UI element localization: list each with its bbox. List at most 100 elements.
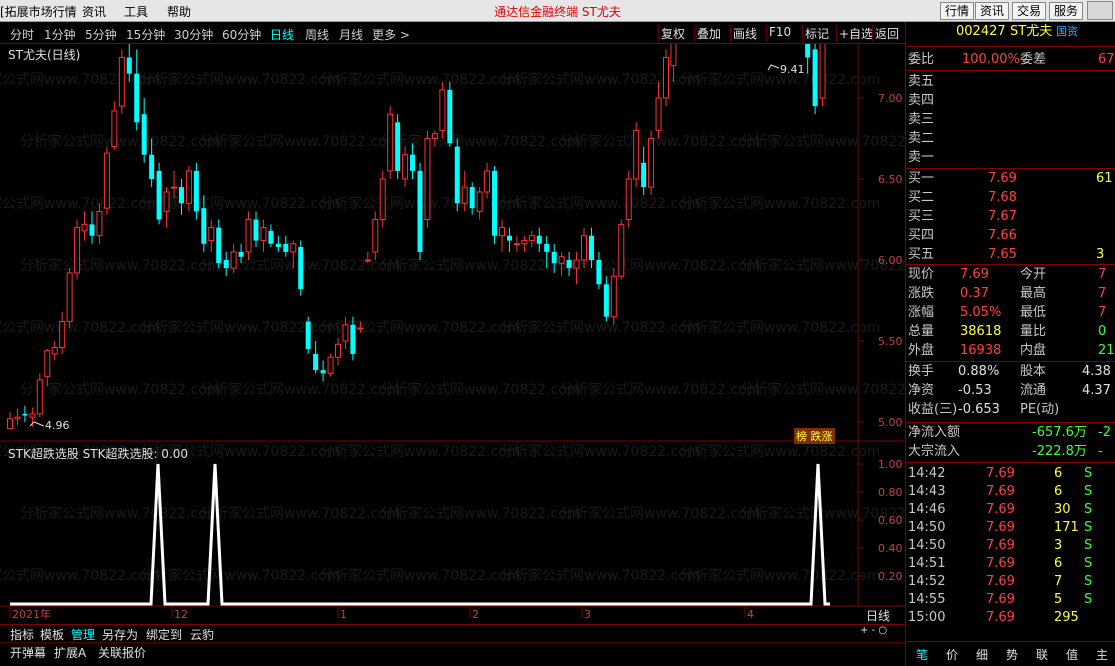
tick-price: 7.69 <box>986 574 1015 589</box>
candle <box>89 211 95 244</box>
candle <box>171 170 177 199</box>
service-button[interactable]: 服务 <box>1049 2 1084 20</box>
low-price-label: 4.96 <box>45 419 70 432</box>
period-weekly[interactable]: 周线 <box>305 26 329 43</box>
panel-tab[interactable]: 主 <box>1096 646 1108 663</box>
draw-line-button[interactable]: 画线 <box>730 25 759 42</box>
back-button[interactable]: 返回 <box>872 25 901 42</box>
quote-button[interactable]: 行情 <box>940 2 975 20</box>
buy-volume: 61 <box>1096 171 1113 186</box>
candle <box>387 106 394 179</box>
stat-value: 7.69 <box>960 267 989 282</box>
candle <box>268 224 274 248</box>
window-control[interactable] <box>1087 1 1113 20</box>
candle <box>22 405 28 422</box>
watermark-text: 分析家公式网www.70822.com <box>20 381 220 398</box>
stat2-row: 净资 -0.53 流通 4.37 <box>906 382 1115 400</box>
candle <box>111 101 118 150</box>
menu-help[interactable]: 帮助 <box>167 3 191 20</box>
tick-price: 7.69 <box>986 610 1015 625</box>
period-30min[interactable]: 30分钟 <box>174 26 213 43</box>
indicator-title: STK超跌选股 STK超跌选股: 0.00 <box>8 447 189 461</box>
info-button[interactable]: 资讯 <box>975 2 1010 20</box>
stat-label: 最低 <box>1020 305 1047 320</box>
candle <box>216 219 222 269</box>
tick-time: 14:51 <box>908 556 946 571</box>
date-tick: 12 <box>174 608 188 621</box>
watermark-text: 分析家公式网www.70822.com <box>500 319 700 336</box>
tick-volume: 6 <box>1054 556 1063 571</box>
candle <box>424 130 431 228</box>
stat-row: 涨幅 5.05% 最低 7 <box>906 304 1115 322</box>
mark-button[interactable]: 标记 <box>802 25 831 42</box>
extend-a-button[interactable]: 扩展A <box>52 644 88 661</box>
save-as-tab[interactable]: 另存为 <box>100 626 140 643</box>
candle <box>141 98 147 163</box>
stock-tag[interactable]: 国资 <box>1056 23 1078 41</box>
panel-tab[interactable]: 联 <box>1036 646 1048 663</box>
manage-tab[interactable]: 管理 <box>69 626 97 643</box>
buy-row: 买四 7.66 <box>906 227 1115 245</box>
sell-row: 卖一 <box>906 149 1115 167</box>
candle <box>283 235 289 257</box>
template-tab[interactable]: 模板 <box>38 626 66 643</box>
buy-level-label: 买四 <box>908 228 935 243</box>
candle <box>305 316 311 354</box>
period-60min[interactable]: 60分钟 <box>222 26 261 43</box>
period-5min[interactable]: 5分钟 <box>85 26 117 43</box>
tick-price: 7.69 <box>986 502 1015 517</box>
stat-row: 涨跌 0.37 最高 7 <box>906 285 1115 303</box>
tick-price: 7.69 <box>986 538 1015 553</box>
f10-button[interactable]: F10 <box>766 25 793 42</box>
add-favorite-button[interactable]: +自选 <box>836 25 875 42</box>
period-monthly[interactable]: 月线 <box>339 26 363 43</box>
ranking-badge[interactable]: 榜 跌涨 <box>794 428 835 444</box>
extra-toolbar: 开弹幕 扩展A 关联报价 <box>0 642 905 666</box>
stat-value: 216 <box>1098 343 1115 358</box>
panel-tab[interactable]: 细 <box>976 646 988 663</box>
watermark-text: 分析家公式网www.70822.com <box>20 257 220 274</box>
kline-chart-area[interactable]: 分析家公式网www.70822.com 分析家公式网www.70822.com 分析… <box>0 44 905 636</box>
panel-tab[interactable]: 价 <box>946 646 958 663</box>
candle <box>260 219 267 252</box>
related-quote-button[interactable]: 关联报价 <box>96 644 148 661</box>
flow-value: -657.6万 <box>1032 425 1087 440</box>
bind-to-tab[interactable]: 绑定到 <box>144 626 184 643</box>
buy-volume: 3 <box>1096 247 1105 262</box>
tick-volume: 6 <box>1054 484 1063 499</box>
candle <box>812 44 818 115</box>
panel-tab[interactable]: 势 <box>1006 646 1018 663</box>
period-1min[interactable]: 1分钟 <box>44 26 76 43</box>
watermark-text: 分析家公式网www.70822.com <box>140 567 340 584</box>
candle <box>36 373 43 418</box>
candle <box>819 44 826 107</box>
stat-label: 现价 <box>908 267 935 282</box>
period-15min[interactable]: 15分钟 <box>126 26 165 43</box>
buy-row: 买一 7.69 61 <box>906 170 1115 188</box>
overlay-button[interactable]: 叠加 <box>694 25 723 42</box>
panel-tab[interactable]: 值 <box>1066 646 1078 663</box>
trade-button[interactable]: 交易 <box>1012 2 1047 20</box>
watermark-text: 分析家公式网www.70822.com <box>380 133 580 150</box>
menu-tools[interactable]: 工具 <box>124 3 148 20</box>
panel-tab[interactable]: 笔 <box>916 646 928 663</box>
period-more[interactable]: 更多 > <box>372 26 410 43</box>
period-daily[interactable]: 日线 <box>270 26 294 43</box>
sell-level-label: 卖一 <box>908 150 935 165</box>
restore-rights-button[interactable]: 复权 <box>658 25 687 42</box>
tick-side: S <box>1084 520 1093 535</box>
price-tick: 6.00 <box>878 254 903 267</box>
buy-row: 买五 7.65 3 <box>906 246 1115 264</box>
watermark-text: 分析家公式网www.70822.com <box>500 195 700 212</box>
candle <box>618 219 625 280</box>
cloud-tab[interactable]: 云豹 <box>188 626 216 643</box>
menu-market[interactable]: [拓展市场行情 <box>0 3 77 20</box>
danmaku-button[interactable]: 开弹幕 <box>8 644 48 661</box>
period-timeshare[interactable]: 分时 <box>10 26 34 43</box>
indicator-tick: 0.40 <box>878 542 903 555</box>
tick-volume: 6 <box>1054 466 1063 481</box>
menu-news[interactable]: 资讯 <box>82 3 106 20</box>
stock-name: ST尤夫 <box>1010 24 1053 39</box>
indicator-tab[interactable]: 指标 <box>8 626 36 643</box>
buy-price: 7.68 <box>988 190 1017 205</box>
